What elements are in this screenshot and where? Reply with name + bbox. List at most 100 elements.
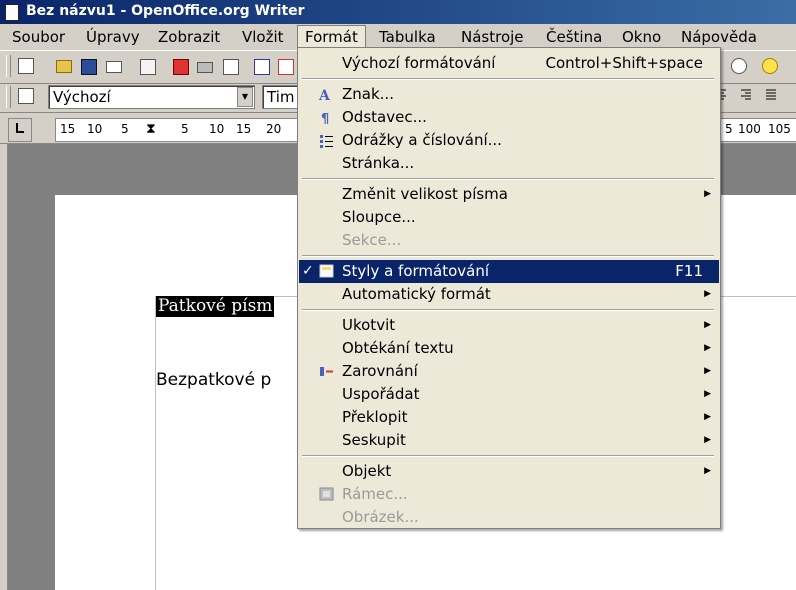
menu-item-frame: Rámec... xyxy=(299,483,719,506)
menu-item-label: Stránka... xyxy=(342,154,415,172)
menu-vlozit[interactable]: Vložit xyxy=(235,26,291,48)
menu-item-label: Uspořádat xyxy=(342,385,420,403)
menu-item-arrange[interactable]: Uspořádat ▶ xyxy=(299,383,719,406)
menu-nastroje[interactable]: Nástroje xyxy=(454,26,531,48)
submenu-arrow-icon: ▶ xyxy=(704,189,711,199)
vertical-ruler[interactable] xyxy=(0,144,8,590)
menu-soubor[interactable]: Soubor xyxy=(5,26,72,48)
tab-stop-selector[interactable] xyxy=(8,118,32,142)
menu-item-default-formatting[interactable]: Výchozí formátování Control+Shift+space xyxy=(299,52,719,75)
menu-separator xyxy=(302,455,714,457)
format-menu-dropdown: Výchozí formátování Control+Shift+space … xyxy=(297,47,721,529)
toolbar-grip[interactable] xyxy=(6,55,11,77)
menu-item-picture: Obrázek... xyxy=(299,506,719,529)
menu-format[interactable]: Formát xyxy=(297,25,366,48)
menu-item-label: Objekt xyxy=(342,462,392,480)
save-icon[interactable] xyxy=(78,56,98,76)
ruler-tick: 10 xyxy=(209,122,225,136)
ruler-tick: 5 xyxy=(181,122,189,136)
menu-item-label: Ukotvit xyxy=(342,316,396,334)
ruler-tick: 15 xyxy=(236,122,252,136)
menu-item-flip[interactable]: Překlopit ▶ xyxy=(299,406,719,429)
writer-app-icon[interactable] xyxy=(5,4,19,21)
indent-marker-icon[interactable]: ⧗ xyxy=(146,121,156,137)
menu-separator xyxy=(302,309,714,311)
menu-item-object[interactable]: Objekt ▶ xyxy=(299,460,719,483)
checkmark-icon: ✓ xyxy=(302,263,314,279)
menu-item-columns[interactable]: Sloupce... xyxy=(299,206,719,229)
submenu-arrow-icon: ▶ xyxy=(704,466,711,476)
styles-formatting-icon[interactable] xyxy=(16,86,36,106)
serif-text-line[interactable]: Patkové písm xyxy=(156,296,275,317)
menu-item-change-font-size[interactable]: Změnit velikost písma ▶ xyxy=(299,183,719,206)
shortcut-label: Control+Shift+space xyxy=(545,54,703,72)
styles-icon xyxy=(319,264,334,278)
email-icon[interactable] xyxy=(104,56,124,76)
menu-item-label: Odrážky a číslování... xyxy=(342,131,502,149)
menu-item-label: Seskupit xyxy=(342,431,406,449)
menu-item-character[interactable]: A Znak... xyxy=(299,83,719,106)
menu-item-label: Automatický formát xyxy=(342,285,491,303)
ruler-tick: 10 xyxy=(87,122,103,136)
menu-item-label: Rámec... xyxy=(342,485,408,503)
left-tab-icon xyxy=(16,123,24,133)
menu-item-bullets-numbering[interactable]: Odrážky a číslování... xyxy=(299,129,719,152)
window-title: Bez názvu1 - OpenOffice.org Writer xyxy=(26,3,305,19)
chevron-down-icon[interactable]: ▼ xyxy=(237,87,253,107)
menu-bar: Soubor Úpravy Zobrazit Vložit Formát Tab… xyxy=(0,25,796,49)
menu-item-autoformat[interactable]: Automatický formát ▶ xyxy=(299,283,719,306)
ruler-tick: 100 xyxy=(738,122,761,136)
menu-cestina[interactable]: Čeština xyxy=(539,26,609,48)
paragraph-icon: ¶ xyxy=(319,110,333,127)
sans-text-line[interactable]: Bezpatkové p xyxy=(156,370,271,390)
ruler-tick: 15 xyxy=(60,122,76,136)
export-pdf-icon[interactable] xyxy=(170,56,190,76)
menu-item-group[interactable]: Seskupit ▶ xyxy=(299,429,719,452)
toolbar-grip[interactable] xyxy=(6,86,11,108)
spellcheck-icon[interactable] xyxy=(252,56,272,76)
submenu-arrow-icon: ▶ xyxy=(704,320,711,330)
svg-text:A: A xyxy=(319,88,331,103)
new-document-icon[interactable] xyxy=(16,56,36,76)
svg-text:¶: ¶ xyxy=(321,112,329,126)
font-name-value: Tim xyxy=(267,88,295,106)
help-icon[interactable] xyxy=(760,56,780,76)
edit-file-icon[interactable] xyxy=(137,56,157,76)
open-folder-icon[interactable] xyxy=(54,56,74,76)
menu-item-label: Odstavec... xyxy=(342,108,427,126)
menu-item-styles-formatting[interactable]: ✓ Styly a formátování F11 xyxy=(299,260,719,283)
menu-item-alignment[interactable]: Zarovnání ▶ xyxy=(299,360,719,383)
menu-item-paragraph[interactable]: ¶ Odstavec... xyxy=(299,106,719,129)
paragraph-style-select[interactable]: Výchozí ▼ xyxy=(48,85,255,109)
text-boundary-line xyxy=(155,296,156,590)
submenu-arrow-icon: ▶ xyxy=(704,366,711,376)
autospellcheck-icon[interactable] xyxy=(276,56,296,76)
menu-item-wrap[interactable]: Obtékání textu ▶ xyxy=(299,337,719,360)
menu-item-anchor[interactable]: Ukotvit ▶ xyxy=(299,314,719,337)
menu-item-label: Znak... xyxy=(342,85,394,103)
submenu-arrow-icon: ▶ xyxy=(704,435,711,445)
submenu-arrow-icon: ▶ xyxy=(704,412,711,422)
menu-upravy[interactable]: Úpravy xyxy=(79,26,147,48)
page-preview-icon[interactable] xyxy=(220,56,240,76)
menu-item-label: Zarovnání xyxy=(342,362,418,380)
menu-zobrazit[interactable]: Zobrazit xyxy=(151,26,227,48)
shortcut-label: F11 xyxy=(675,262,703,280)
menu-tabulka[interactable]: Tabulka xyxy=(372,26,443,48)
ruler-tick: 5 xyxy=(121,122,129,136)
menu-item-label: Sloupce... xyxy=(342,208,416,226)
menu-item-label: Obtékání textu xyxy=(342,339,454,357)
align-right-icon[interactable] xyxy=(739,88,759,108)
alignment-icon xyxy=(319,364,333,378)
align-justify-icon[interactable] xyxy=(764,88,784,108)
submenu-arrow-icon: ▶ xyxy=(704,289,711,299)
menu-item-label: Styly a formátování xyxy=(342,262,490,280)
zoom-icon[interactable] xyxy=(729,56,749,76)
menu-item-label: Překlopit xyxy=(342,408,408,426)
title-bar: Bez názvu1 - OpenOffice.org Writer xyxy=(0,0,796,24)
menu-okno[interactable]: Okno xyxy=(615,26,668,48)
menu-separator xyxy=(302,178,714,180)
menu-item-page[interactable]: Stránka... xyxy=(299,152,719,175)
menu-napoveda[interactable]: Nápověda xyxy=(674,26,764,48)
print-icon[interactable] xyxy=(195,56,215,76)
